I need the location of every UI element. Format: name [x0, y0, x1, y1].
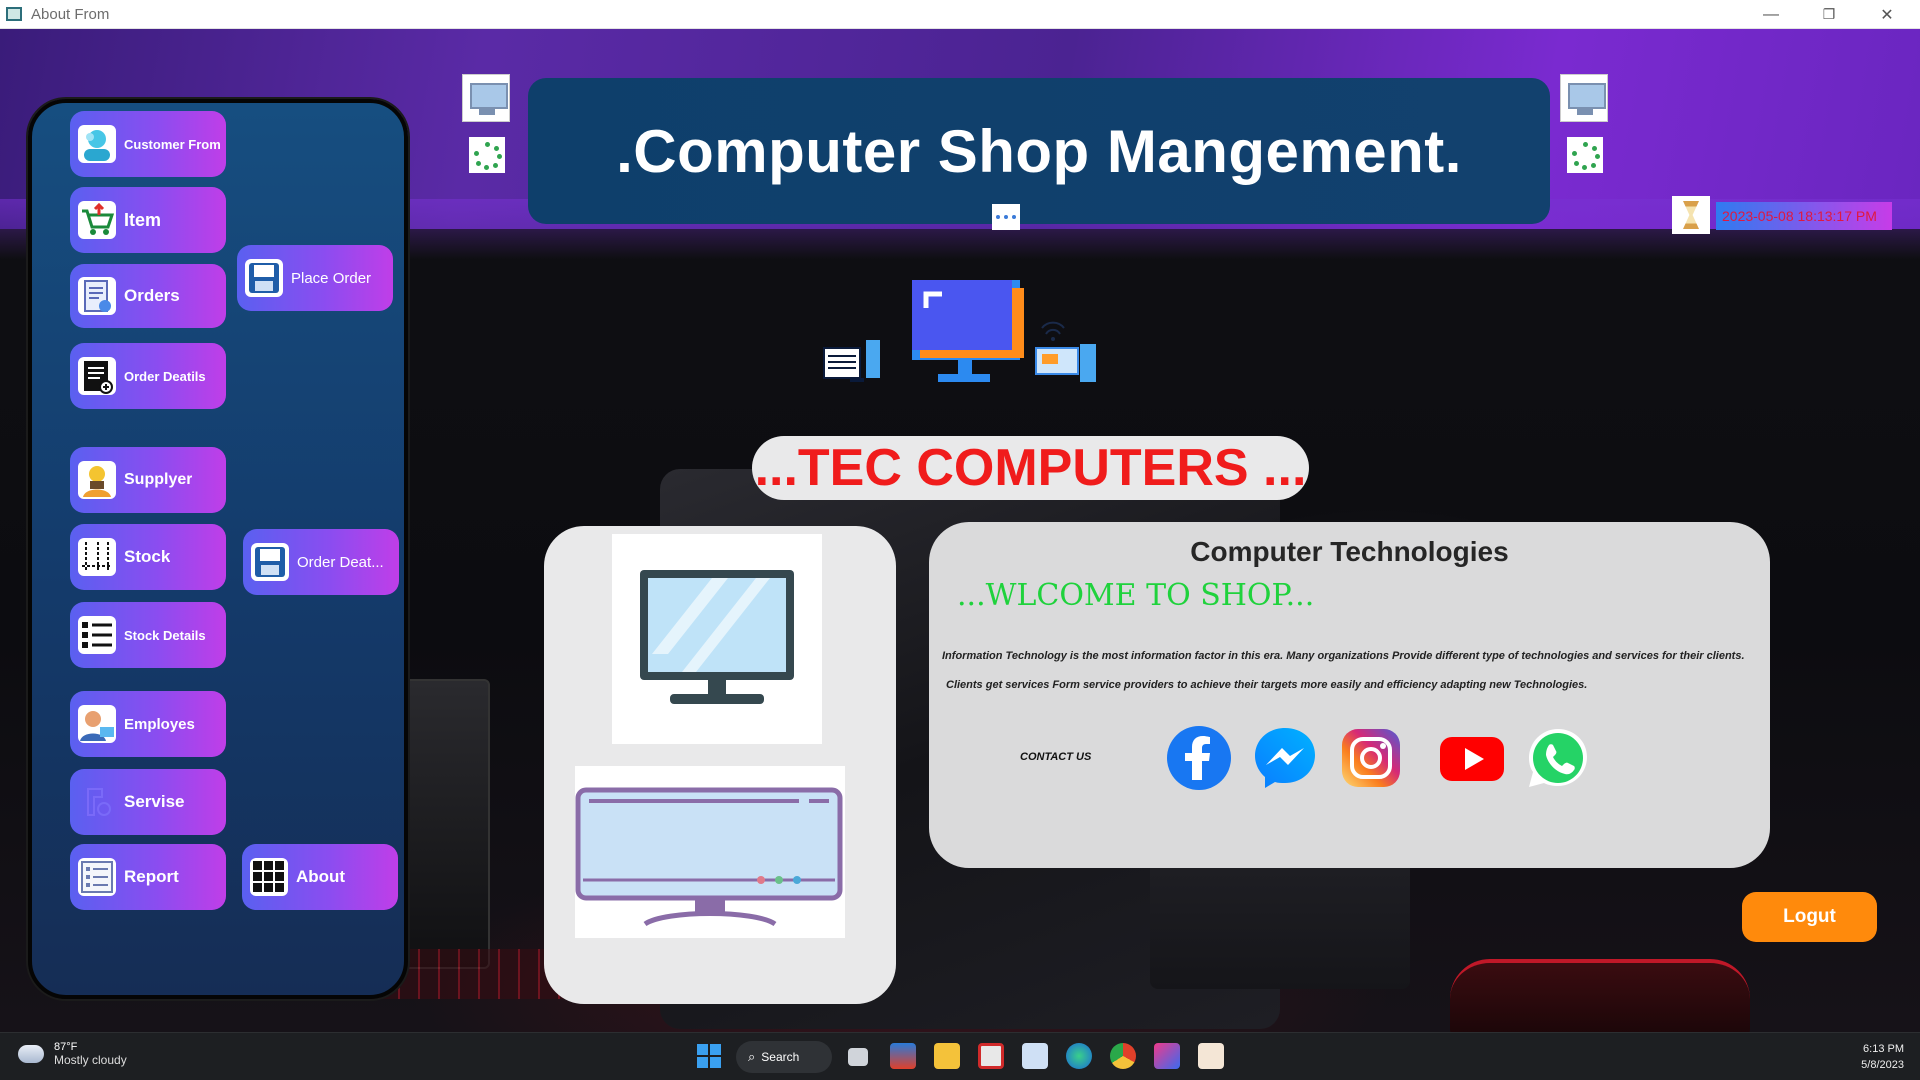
- computer-network-illustration: [820, 278, 1110, 388]
- app-header: .Computer Shop Mangement.: [528, 78, 1550, 224]
- taskbar-search[interactable]: ⌕ Search: [736, 1041, 832, 1073]
- weather-widget[interactable]: 87°F Mostly cloudy: [14, 1039, 127, 1067]
- order-deat-button[interactable]: Order Deat...: [243, 529, 399, 595]
- clock-date: 5/8/2023: [1861, 1059, 1904, 1071]
- datetime-display: 2023-05-08 18:13:17 PM: [1716, 202, 1892, 230]
- place-order-label: Place Order: [291, 269, 372, 287]
- restore-button[interactable]: ❐: [1800, 0, 1858, 29]
- widescreen-monitor-image: [575, 766, 845, 938]
- orders-button[interactable]: Orders: [70, 264, 226, 328]
- grid-icon: [250, 858, 288, 896]
- place-order-button[interactable]: Place Order: [237, 245, 393, 311]
- window-title-bar: About From — ❐ ✕: [0, 0, 1920, 29]
- java-icon[interactable]: [1198, 1043, 1224, 1069]
- orders-label: Orders: [124, 286, 180, 305]
- search-icon: ⌕: [748, 1049, 756, 1064]
- stock-details-label: Stock Details: [124, 627, 206, 643]
- image-card: [544, 526, 896, 1004]
- sidebar: Customer From Item Orders Order Deatils: [28, 99, 408, 999]
- about-label: About: [296, 867, 346, 886]
- report-button[interactable]: Report: [70, 844, 226, 910]
- stock-details-button[interactable]: Stock Details: [70, 602, 226, 668]
- stock-label: Stock: [124, 547, 171, 566]
- system-clock[interactable]: 6:13 PM 5/8/2023: [1861, 1041, 1904, 1073]
- servise-button[interactable]: Servise: [70, 769, 226, 835]
- order-details-label: Order Deatils: [124, 368, 206, 384]
- brand-banner: ...TEC COMPUTERS ...: [752, 436, 1309, 500]
- service-icon: [78, 783, 116, 821]
- customer-form-label: Customer From: [124, 136, 221, 152]
- close-button[interactable]: ✕: [1858, 0, 1916, 29]
- employes-button[interactable]: Employes: [70, 691, 226, 757]
- monitor-icon-right: [1560, 74, 1608, 122]
- cart-icon: [78, 201, 116, 239]
- background-headset: [1450, 959, 1750, 1032]
- report-label: Report: [124, 867, 179, 886]
- taskbar-search-label: Search: [761, 1050, 800, 1064]
- messenger-icon[interactable]: [1252, 725, 1318, 791]
- intellij-icon[interactable]: [1154, 1043, 1180, 1069]
- weather-temp: 87°F: [54, 1041, 78, 1053]
- file-explorer-icon[interactable]: [934, 1043, 960, 1069]
- welcome-text: ...WLCOME TO SHOP...: [957, 578, 1315, 613]
- report-icon: [78, 858, 116, 896]
- supplyer-button[interactable]: Supplyer: [70, 447, 226, 513]
- info-card-title: Computer Technologies: [1190, 536, 1509, 567]
- chrome-icon[interactable]: [1110, 1043, 1136, 1069]
- customer-icon: [78, 125, 116, 163]
- instagram-icon[interactable]: [1338, 725, 1404, 791]
- employes-label: Employes: [124, 715, 195, 733]
- brand-title: ...TEC COMPUTERS ...: [754, 439, 1307, 497]
- task-view-icon[interactable]: [848, 1048, 868, 1066]
- supplyer-label: Supplyer: [124, 471, 193, 488]
- minimize-button[interactable]: —: [1742, 0, 1800, 29]
- info-text-line2: Clients get services Form service provid…: [946, 679, 1588, 691]
- youtube-icon[interactable]: [1438, 725, 1504, 791]
- list-icon: [78, 616, 116, 654]
- windows-start-icon[interactable]: [696, 1043, 722, 1069]
- floppy-icon: [245, 259, 283, 297]
- whatsapp-icon[interactable]: [1525, 725, 1591, 791]
- order-deat-label: Order Deat...: [297, 553, 384, 571]
- photos-icon[interactable]: [1022, 1043, 1048, 1069]
- info-card: Computer Technologies ...WLCOME TO SHOP.…: [929, 522, 1770, 868]
- weather-desc: Mostly cloudy: [54, 1053, 127, 1067]
- customer-form-button[interactable]: Customer From: [70, 111, 226, 177]
- servise-label: Servise: [124, 792, 185, 811]
- page-title: .Computer Shop Mangement.: [616, 117, 1462, 185]
- info-text-line1: Information Technology is the most infor…: [942, 650, 1745, 662]
- dots-icon: [992, 204, 1020, 230]
- invoice-icon: [78, 357, 116, 395]
- document-icon: [78, 277, 116, 315]
- cloud-icon: [14, 1039, 44, 1063]
- floppy-icon-2: [251, 543, 289, 581]
- logout-button[interactable]: Logut: [1742, 892, 1877, 942]
- main-area: Customer From Item Orders Order Deatils: [0, 29, 1920, 1032]
- monitor-icon-left: [462, 74, 510, 122]
- about-button[interactable]: About: [242, 844, 398, 910]
- contact-us-label: CONTACT US: [1020, 751, 1092, 763]
- stock-icon: [78, 538, 116, 576]
- employee-icon: [78, 705, 116, 743]
- loading-icon-left: [469, 137, 505, 173]
- facebook-icon[interactable]: [1166, 725, 1232, 791]
- window-title: About From: [31, 5, 110, 23]
- windows-taskbar: 87°F Mostly cloudy ⌕ Search 6:13 PM 5/8/…: [0, 1032, 1920, 1080]
- edge-icon[interactable]: [1066, 1043, 1092, 1069]
- clock-time: 6:13 PM: [1863, 1043, 1904, 1055]
- snipping-tool-icon[interactable]: [978, 1043, 1004, 1069]
- item-button[interactable]: Item: [70, 187, 226, 253]
- person-icon: [78, 461, 116, 499]
- stock-button[interactable]: Stock: [70, 524, 226, 590]
- app-icon: [6, 7, 22, 21]
- desktop-pc-icon: [823, 340, 880, 382]
- wifi-pc-icon: [1035, 321, 1096, 382]
- hourglass-icon: [1672, 196, 1710, 234]
- item-label: Item: [124, 209, 162, 230]
- monitor-image: [612, 534, 822, 744]
- main-monitor-icon: [912, 280, 1024, 382]
- order-details-button[interactable]: Order Deatils: [70, 343, 226, 409]
- store-icon[interactable]: [890, 1043, 916, 1069]
- loading-icon-right: [1567, 137, 1603, 173]
